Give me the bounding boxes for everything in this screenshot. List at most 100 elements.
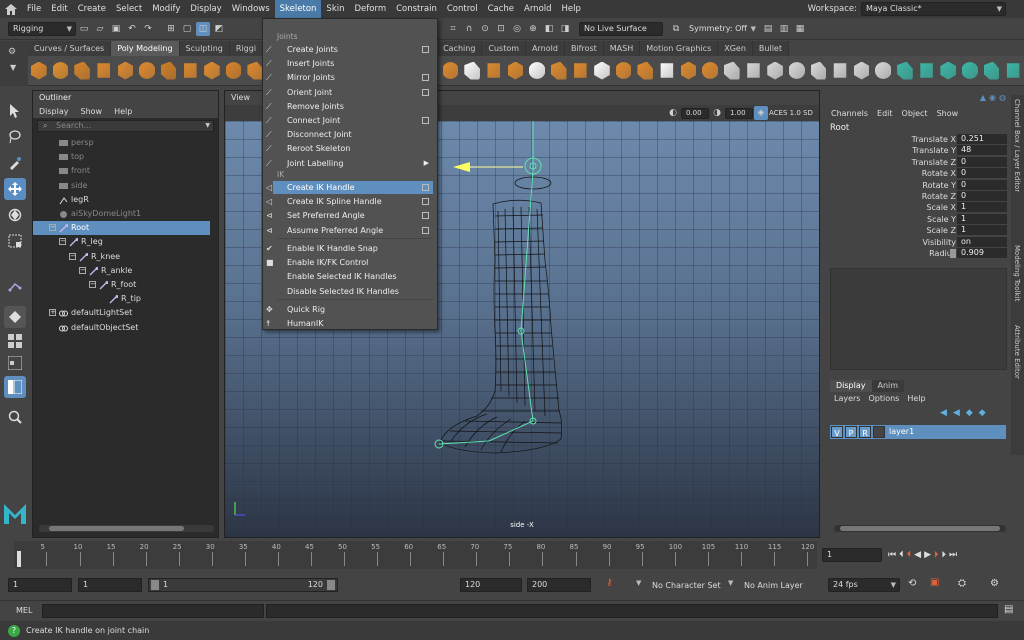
menu-select[interactable]: Select	[111, 0, 147, 18]
snap-view-icon[interactable]: ⊡	[494, 22, 508, 36]
shelf-tool-icon-4[interactable]	[97, 63, 110, 78]
move-layer-up-icon[interactable]: ◀	[940, 408, 947, 418]
outliner-item-persp[interactable]: persp	[33, 136, 210, 150]
shelf-tool-icon-35[interactable]	[810, 61, 827, 80]
script-editor-icon[interactable]: ▤	[1004, 604, 1013, 615]
shelf-tool-icon-36[interactable]	[833, 63, 847, 78]
shelf-tab-bullet[interactable]: Bullet	[752, 41, 789, 56]
auto-key-icon[interactable]: ⚷	[606, 578, 613, 588]
paint-select-tool-icon[interactable]	[4, 152, 26, 174]
shelf-tool-icon-39[interactable]	[897, 61, 913, 80]
collapse-icon[interactable]: −	[59, 238, 66, 246]
current-time-marker[interactable]	[17, 551, 21, 567]
shelf-tool-icon-43[interactable]	[983, 61, 1000, 80]
shelf-tool-icon-11[interactable]	[247, 61, 264, 80]
menu-item-disconnect-joint[interactable]: ⟋ Disconnect Joint	[266, 128, 433, 141]
gamma-icon[interactable]: ◑	[710, 106, 724, 120]
collapse-icon[interactable]: −	[79, 266, 86, 274]
redo-icon[interactable]: ↷	[141, 22, 155, 36]
layer-menu-help[interactable]: Help	[903, 394, 929, 403]
shelf-tool-icon-19[interactable]	[464, 61, 480, 80]
viewport-menu-view[interactable]: View	[225, 91, 256, 105]
play-backwards-icon[interactable]: ◀	[914, 550, 921, 560]
outliner-item-root[interactable]: − Root	[33, 221, 210, 236]
shelf-menu-icon[interactable]: ⚙	[8, 47, 16, 57]
new-layer-selected-icon[interactable]: ◆	[979, 408, 986, 418]
step-back-key-icon[interactable]: ⏴	[907, 550, 912, 560]
magnify-icon[interactable]	[4, 406, 26, 428]
menu-cache[interactable]: Cache	[483, 0, 519, 18]
toggle-panel-icon-2[interactable]: ▥	[777, 22, 791, 36]
move-layer-down-icon[interactable]: ◀	[953, 408, 960, 418]
prefs-icon[interactable]: ⚙	[990, 578, 999, 589]
shelf-tab-riggi[interactable]: Riggi	[229, 41, 264, 56]
undo-icon[interactable]: ↶	[125, 22, 139, 36]
move-tool-icon[interactable]	[4, 178, 26, 200]
layer-tab-anim[interactable]: Anim	[871, 380, 905, 392]
side-tab-channelbox[interactable]: Channel Box / Layer Editor	[1013, 99, 1021, 192]
open-scene-icon[interactable]: ▱	[93, 22, 107, 36]
layer-playback-toggle[interactable]: P	[845, 426, 857, 438]
select-object-icon[interactable]: ▢	[180, 22, 194, 36]
select-by-type-icon[interactable]: ◩	[212, 22, 226, 36]
layer-color-swatch[interactable]	[873, 426, 885, 438]
channelbox-menu-show[interactable]: Show	[932, 109, 963, 118]
select-tool-icon[interactable]	[4, 100, 26, 122]
end-time-field[interactable]: 200	[527, 578, 591, 592]
layer-row[interactable]: V P R layer1	[830, 425, 1006, 439]
anim-end-field[interactable]: 120	[460, 578, 522, 592]
shelf-tool-icon-29[interactable]	[680, 61, 697, 80]
option-box-icon[interactable]	[422, 212, 429, 220]
toggle-panel-icon[interactable]: ▤	[761, 22, 775, 36]
anim-layer-label[interactable]: No Anim Layer	[744, 581, 803, 590]
layer-scrollbar[interactable]	[834, 525, 1006, 532]
shelf-tool-icon-25[interactable]	[594, 61, 610, 80]
new-scene-icon[interactable]: ▭	[77, 22, 91, 36]
menu-item-remove-joints[interactable]: ⟋ Remove Joints	[266, 100, 433, 113]
menu-deform[interactable]: Deform	[350, 0, 392, 18]
shelf-tool-icon-27[interactable]	[637, 61, 654, 80]
ik-handle-tool-icon[interactable]	[4, 274, 26, 296]
menu-item-connect-joint[interactable]: ⟋ Connect Joint	[266, 114, 433, 127]
color-management-icon[interactable]: ◈	[754, 106, 768, 120]
menu-item-joint-labelling[interactable]: ⟋ Joint Labelling ▶	[266, 157, 433, 170]
collapse-icon[interactable]: −	[89, 281, 96, 288]
outliner-item-r-leg[interactable]: − R_leg	[33, 235, 210, 249]
channel-visibility[interactable]: Visibility on	[826, 236, 1010, 248]
start-time-field[interactable]: 1	[8, 578, 72, 592]
anim-start-field[interactable]: 1	[78, 578, 142, 592]
shelf-tool-icon-34[interactable]	[788, 61, 805, 80]
channel-value[interactable]: 0	[957, 156, 1007, 167]
shelf-tab-arnold[interactable]: Arnold	[526, 41, 565, 56]
command-input[interactable]	[42, 604, 264, 618]
channelbox-menu-channels[interactable]: Channels	[826, 109, 872, 118]
range-handle-left[interactable]	[151, 580, 159, 590]
symmetry-dropdown[interactable]: Symmetry: Off ▼	[684, 21, 760, 36]
channel-value[interactable]: 1	[957, 213, 1007, 224]
layout-four-icon[interactable]	[4, 332, 26, 350]
ipr-icon[interactable]: ◨	[558, 22, 572, 36]
shelf-tool-icon-9[interactable]	[204, 61, 220, 80]
side-tab-modeling-toolkit[interactable]: Modeling Toolkit	[1013, 245, 1021, 301]
workspace-dropdown[interactable]: Maya Classic* ▼	[861, 2, 1006, 16]
layer-scroll-thumb[interactable]	[840, 526, 1000, 531]
shelf-tool-icon-38[interactable]	[875, 61, 892, 80]
outliner-item-r-foot[interactable]: − R_foot	[33, 278, 210, 292]
channel-translate-x[interactable]: Translate X 0.251	[826, 134, 1010, 145]
menu-item-create-joints[interactable]: ⟋ Create Joints	[266, 43, 433, 56]
menu-item-mirror-joints[interactable]: ⟋ Mirror Joints	[266, 71, 433, 84]
channel-rotate-z[interactable]: Rotate Z0	[826, 191, 1010, 202]
menu-skin[interactable]: Skin	[321, 0, 349, 18]
lasso-tool-icon[interactable]	[4, 126, 26, 148]
menu-constrain[interactable]: Constrain	[391, 0, 442, 18]
shelf-tab-mash[interactable]: MASH	[603, 41, 641, 56]
outliner-item-r-knee[interactable]: − R_knee	[33, 250, 210, 264]
live-surface-dropdown[interactable]: No Live Surface	[579, 21, 663, 36]
channel-scale-y[interactable]: Scale Y1	[826, 213, 1010, 225]
menu-item-enable-ik-handle-snap[interactable]: ✔ Enable IK Handle Snap	[266, 242, 433, 255]
shelf-tab-motion-graphics[interactable]: Motion Graphics	[640, 41, 719, 56]
range-handle-right[interactable]	[327, 580, 335, 590]
channel-value[interactable]: 1	[957, 202, 1007, 213]
fps-dropdown[interactable]: 24 fps ▼	[828, 578, 900, 592]
go-to-start-icon[interactable]: ⏮	[888, 550, 896, 560]
